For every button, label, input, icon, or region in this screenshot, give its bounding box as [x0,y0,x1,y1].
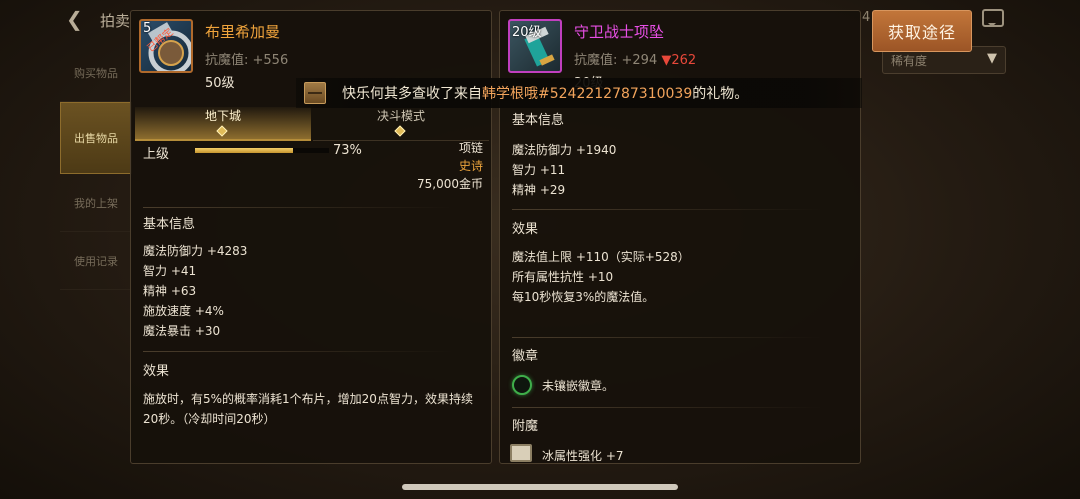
stat-line: 施放速度 +4% [143,304,224,318]
notice-sender: 韩学根哦#5242212787310039 [482,86,693,102]
sidebar-item-sell[interactable]: 出售物品 [60,102,132,174]
resist-decrease: ▼262 [661,53,697,68]
stat-line: 魔法暴击 +30 [143,324,221,338]
notice-prefix: 快乐何其多查收了来自 [342,86,482,102]
chat-icon[interactable] [982,9,1004,27]
stat-line: 智力 +41 [143,264,197,278]
gift-box-icon [304,82,326,104]
enchant-title: 附魔 [512,419,539,434]
chevron-down-icon: ▼ [987,51,997,66]
effect-text: 施放时，有5%的概率消耗1个布片，增加20点智力，效果持续20秒。（冷却时间20… [143,392,473,426]
effect-title: 效果 [143,364,170,379]
pendant-icon: 20级 [508,19,562,73]
emblem-slot-icon [512,375,532,395]
emblem-title: 徽章 [512,349,539,364]
diamond-icon [216,125,228,137]
stat-line: 精神 +29 [512,183,566,197]
necklace-icon: 5 已帮定 [139,19,193,73]
gift-notification: 快乐何其多查收了来自 韩学根哦#5242212787310039 的礼物。 [296,78,862,108]
divider [512,337,822,338]
tab-duel[interactable]: 决斗模式 [313,107,489,141]
tab-duel-label: 决斗模式 [376,109,425,123]
effect-line: 魔法值上限 +110（实际+528） [512,250,690,264]
stat-line: 魔法防御力 +1940 [512,143,617,157]
resist-value: 抗魔值: +294 [574,53,658,68]
magic-resist: 抗魔值: +294 ▼262 [574,49,696,68]
auction-sidebar: 购买物品 出售物品 我的上架 使用记录 [60,44,132,290]
stat-line: 智力 +11 [512,163,566,177]
item-name: 守卫战士项坠 [574,23,665,41]
magic-resist: 抗魔值: +556 [205,53,289,68]
diamond-icon [394,125,406,137]
effect-line: 所有属性抗性 +10 [512,270,614,284]
sidebar-item-buy[interactable]: 购买物品 [60,44,132,102]
stat-list: 魔法防御力 +4283 智力 +41 精神 +63 施放速度 +4% 魔法暴击 … [143,241,247,341]
stat-line: 魔法防御力 +4283 [143,244,248,258]
tab-dungeon[interactable]: 地下城 [135,107,311,141]
emblem-text: 未镶嵌徽章。 [542,379,615,393]
enchant-text: 冰属性强化 +7 [542,449,624,463]
icon-level: 5 [143,21,152,36]
icon-level: 20级 [512,25,542,40]
divider [143,351,453,352]
stat-line: 精神 +63 [143,284,197,298]
notice-suffix: 的礼物。 [692,86,749,102]
enchant-card-icon [510,444,532,462]
sidebar-item-records[interactable]: 使用记录 [60,232,132,290]
back-arrow-icon[interactable]: ❮ [66,9,88,29]
effect-line: 每10秒恢复3%的魔法值。 [512,290,655,304]
base-info-title: 基本信息 [143,217,196,232]
upgrade-progress-bar [195,148,329,153]
item-slot: 项链 [458,141,483,155]
item-rarity: 史诗 [458,159,483,173]
effect-list: 魔法值上限 +110（实际+528） 所有属性抗性 +10 每10秒恢复3%的魔… [512,247,690,307]
home-indicator[interactable] [402,484,678,490]
get-path-button[interactable]: 获取途径 [872,10,972,52]
header-number: 4 [862,10,871,25]
progress-percent: 73% [333,143,362,158]
progress-fill [195,148,293,153]
sort-value: 稀有度 [891,54,928,68]
divider [143,207,453,208]
mode-tabs: 地下城 决斗模式 [135,107,489,141]
tab-dungeon-label: 地下城 [204,109,241,123]
item-level: 50级 [205,76,235,91]
effect-title: 效果 [512,222,539,237]
upgrade-label: 上级 [143,147,170,162]
divider [512,407,822,408]
sidebar-item-my-listings[interactable]: 我的上架 [60,174,132,232]
base-info-title: 基本信息 [512,113,565,128]
item-name: 布里希加曼 [205,23,281,41]
stat-list: 魔法防御力 +1940 智力 +11 精神 +29 [512,140,616,200]
item-price: 75,000金币 [417,177,483,191]
divider [512,209,822,210]
auction-title: 拍卖 [100,12,131,30]
